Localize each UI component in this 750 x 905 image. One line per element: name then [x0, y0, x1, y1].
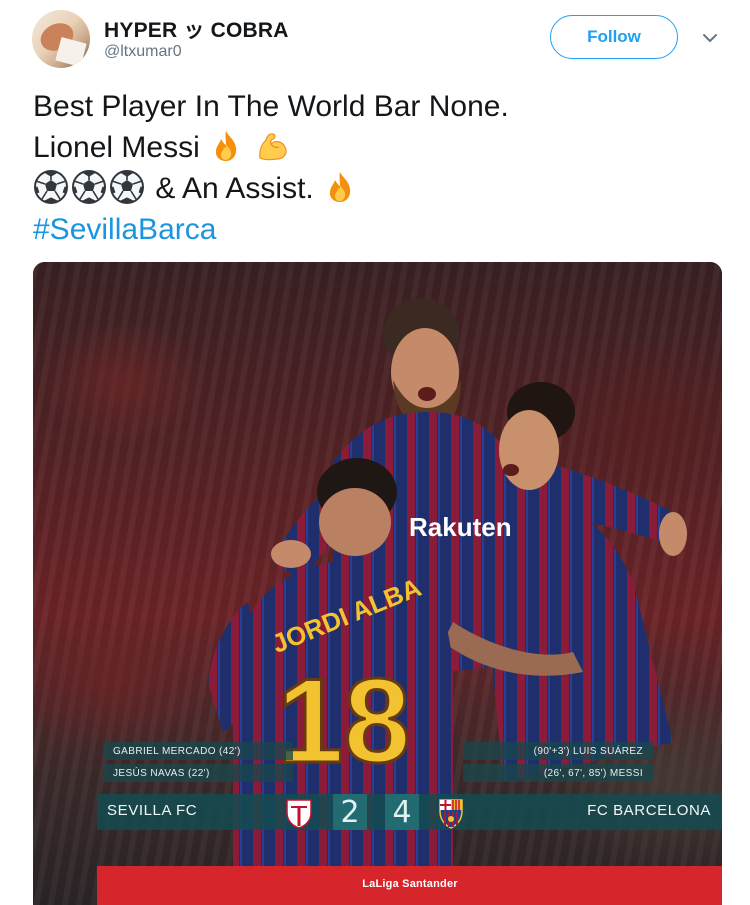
flexed-biceps-icon	[259, 133, 288, 161]
sevilla-crest-icon	[286, 799, 312, 829]
tweet-line: Lionel Messi	[33, 127, 723, 168]
home-team-name: SEVILLA FC	[107, 802, 198, 819]
home-scorer: JESÚS NAVAS (22')	[103, 764, 293, 782]
soccer-ball-icon	[72, 170, 106, 204]
display-name[interactable]: HYPER ッ COBRA	[104, 14, 289, 44]
tweet-media-photo[interactable]: JORDI ALBA 18 Rakuten GABRIEL MERCADO (4…	[33, 262, 722, 905]
away-team-name: FC BARCELONA	[587, 802, 711, 819]
fire-emoji-icon	[215, 131, 237, 161]
user-handle[interactable]: @ltxumar0	[104, 43, 182, 61]
tweet-line: & An Assist.	[33, 168, 723, 209]
away-scorer: (26', 67', 85') MESSI	[463, 764, 653, 782]
scoreboard: SEVILLA FC 2 4 FC BARCELONA	[97, 794, 722, 830]
tweet-line: #SevillaBarca	[33, 209, 723, 250]
barcelona-crest-icon	[439, 799, 463, 829]
hashtag-link[interactable]: #SevillaBarca	[33, 213, 216, 246]
follow-button[interactable]: Follow	[550, 15, 678, 59]
sponsor-text: Rakuten	[409, 512, 512, 542]
soccer-ball-icon	[34, 170, 68, 204]
away-scorer: (90'+3') LUIS SUÁREZ	[463, 742, 653, 760]
jersey-number: 18	[277, 654, 410, 788]
home-scorer: GABRIEL MERCADO (42')	[103, 742, 293, 760]
avatar[interactable]	[32, 10, 90, 68]
away-score: 4	[385, 794, 419, 830]
tweet-header: HYPER ッ COBRA @ltxumar0 Follow	[0, 0, 750, 80]
tweet-line-text: & An Assist.	[155, 172, 314, 205]
home-score: 2	[333, 794, 367, 830]
chevron-down-icon[interactable]	[700, 28, 720, 48]
fire-emoji-icon	[329, 172, 351, 202]
league-branding: LaLiga Santander	[362, 878, 458, 890]
avatar-shape	[55, 37, 87, 67]
tweet-line: Best Player In The World Bar None.	[33, 90, 509, 123]
laliga-banner: LaLiga Santander	[97, 866, 722, 905]
tweet-text: Best Player In The World Bar None. Lione…	[33, 86, 723, 250]
soccer-ball-icon	[110, 170, 144, 204]
tweet-line-text: Lionel Messi	[33, 131, 200, 164]
